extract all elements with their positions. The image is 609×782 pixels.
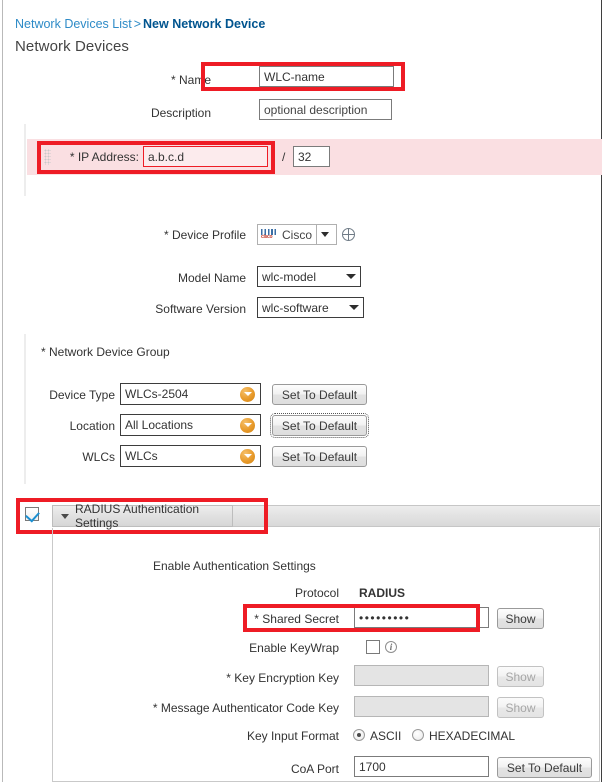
location-label: Location: [69, 419, 115, 433]
page-title: Network Devices: [15, 38, 130, 55]
protocol-label: Protocol: [294, 586, 339, 600]
wlcs-label: WLCs: [82, 450, 115, 464]
key-input-format-label: Key Input Format: [246, 729, 339, 743]
model-name-value: wlc-model: [262, 269, 317, 284]
enable-keywrap-checkbox[interactable]: [366, 640, 380, 654]
ip-mask-separator: /: [282, 150, 286, 164]
model-name-label: Model Name: [177, 271, 246, 285]
chevron-down-circle-icon[interactable]: [240, 417, 255, 433]
device-type-label: Device Type: [49, 388, 115, 402]
device-type-set-default-button[interactable]: Set To Default: [272, 384, 367, 405]
radius-section-title: RADIUS Authentication Settings: [75, 502, 200, 530]
software-version-select[interactable]: wlc-software: [257, 297, 364, 318]
radius-body-left-border: [52, 528, 53, 782]
message-authenticator-code-key-label: * Message Authenticator Code Key: [152, 701, 339, 715]
enable-authentication-settings-label: Enable Authentication Settings: [153, 559, 316, 573]
key-input-format-option-ascii[interactable]: ASCII: [370, 729, 414, 743]
device-type-select[interactable]: WLCs-2504: [120, 383, 261, 405]
ip-address-input[interactable]: [143, 146, 268, 167]
device-profile-select[interactable]: cisco Cisco: [257, 224, 337, 245]
wlcs-set-default-button[interactable]: Set To Default: [272, 446, 367, 467]
message-authenticator-code-key-show-button: Show: [497, 697, 544, 718]
wlcs-value: WLCs: [125, 449, 158, 463]
key-encryption-key-show-button: Show: [497, 666, 544, 687]
chevron-down-icon[interactable]: [317, 232, 333, 237]
location-select[interactable]: All Locations: [120, 414, 261, 436]
breadcrumb: Network Devices List > New Network Device: [15, 17, 265, 31]
ndg-guide-line: [24, 334, 26, 484]
radius-section-checkbox[interactable]: [25, 507, 39, 521]
ip-section-guide-line: [24, 124, 26, 196]
chevron-down-circle-icon[interactable]: [240, 386, 255, 402]
shared-secret-input[interactable]: [354, 607, 489, 628]
chevron-down-circle-icon[interactable]: [240, 448, 255, 464]
ip-drag-handle-icon[interactable]: [44, 149, 51, 165]
device-type-value: WLCs-2504: [125, 387, 189, 401]
ip-address-label: * IP Address:: [69, 150, 139, 164]
cisco-logo-icon: cisco: [261, 229, 278, 240]
chevron-down-icon[interactable]: [349, 302, 360, 313]
description-label: Description: [150, 106, 211, 120]
key-input-format-option-hexadecimal[interactable]: HEXADECIMAL: [429, 729, 539, 743]
name-label: * Name: [170, 73, 211, 87]
radius-body-right-border: [599, 528, 600, 782]
breadcrumb-link-network-devices-list[interactable]: Network Devices List: [15, 17, 132, 31]
shared-secret-label: * Shared Secret: [254, 612, 339, 626]
software-version-value: wlc-software: [262, 300, 329, 315]
network-device-group-title: * Network Device Group: [41, 345, 170, 359]
key-input-format-radio-hexadecimal[interactable]: [412, 729, 424, 741]
key-input-format-radio-ascii[interactable]: [353, 729, 365, 741]
network-device-page: Network Devices List > New Network Device …: [2, 0, 602, 782]
device-profile-label: * Device Profile: [163, 228, 246, 242]
add-device-profile-icon[interactable]: [342, 228, 355, 241]
model-name-select[interactable]: wlc-model: [257, 266, 361, 287]
device-profile-value: Cisco: [282, 227, 313, 242]
coa-port-set-default-button[interactable]: Set To Default: [497, 757, 592, 778]
name-input[interactable]: [259, 66, 394, 87]
location-value: All Locations: [125, 418, 194, 432]
chevron-down-icon[interactable]: [61, 513, 69, 519]
keywrap-info-icon[interactable]: i: [385, 641, 397, 653]
breadcrumb-current: New Network Device: [143, 17, 266, 31]
breadcrumb-separator: >: [133, 17, 142, 31]
software-version-label: Software Version: [155, 302, 246, 316]
key-encryption-key-label: * Key Encryption Key: [226, 671, 339, 685]
protocol-value: RADIUS: [359, 586, 406, 600]
description-input[interactable]: [259, 99, 392, 120]
radius-section-header[interactable]: RADIUS Authentication Settings: [52, 502, 233, 530]
chevron-down-icon[interactable]: [346, 271, 357, 282]
location-set-default-button[interactable]: Set To Default: [270, 413, 369, 438]
ip-mask-input[interactable]: [293, 146, 330, 167]
key-encryption-key-input[interactable]: [354, 665, 489, 686]
enable-keywrap-label: Enable KeyWrap: [249, 641, 339, 655]
message-authenticator-code-key-input[interactable]: [354, 696, 489, 717]
coa-port-label: CoA Port: [290, 762, 339, 776]
wlcs-select[interactable]: WLCs: [120, 445, 261, 467]
shared-secret-show-button[interactable]: Show: [497, 608, 544, 629]
coa-port-input[interactable]: [354, 756, 489, 777]
